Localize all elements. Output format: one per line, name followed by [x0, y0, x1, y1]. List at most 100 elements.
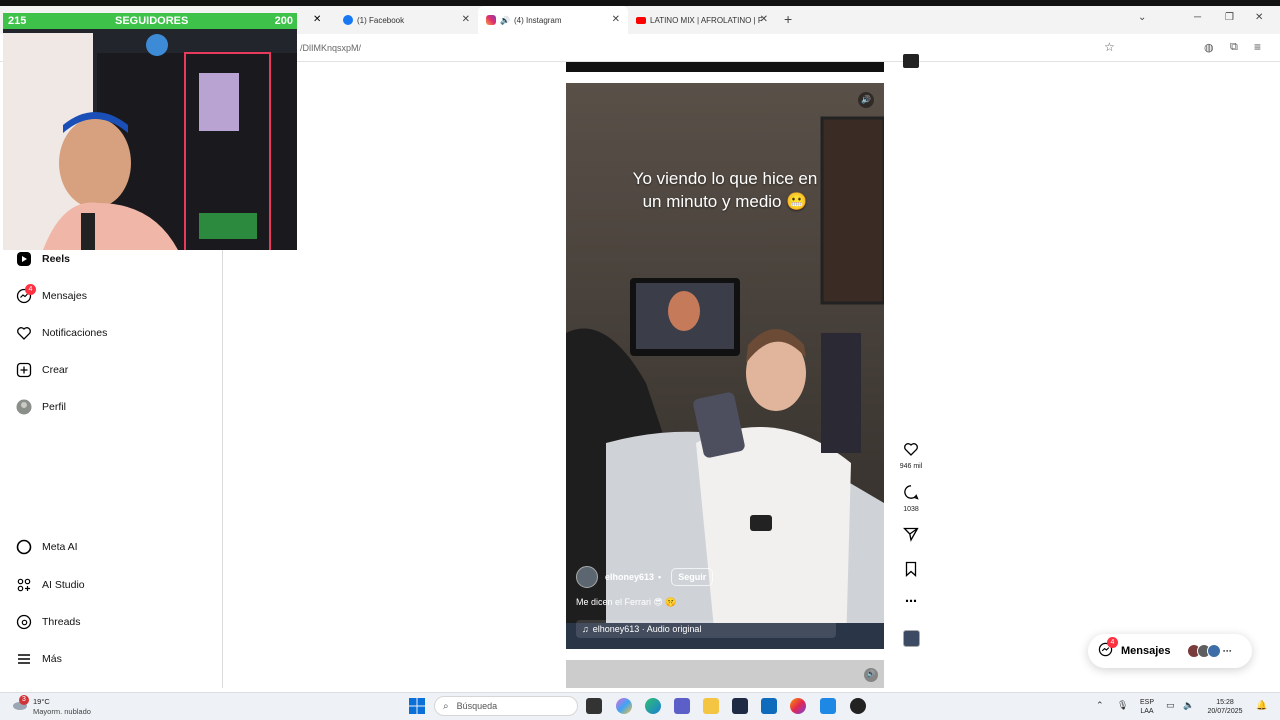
language-indicator[interactable]: ESP LAA — [1136, 698, 1158, 716]
like-action[interactable]: 946 mil — [898, 441, 924, 470]
clock[interactable]: 15:28 20/07/2025 — [1200, 698, 1250, 716]
copilot-icon[interactable] — [616, 698, 632, 714]
sidebar-item-threads[interactable]: Threads — [15, 612, 81, 632]
clock-date: 20/07/2025 — [1207, 708, 1243, 715]
next-reel-preview[interactable]: 🔊 — [566, 660, 884, 688]
minimize-icon[interactable]: ─ — [1194, 12, 1201, 23]
new-tab-icon[interactable]: + — [784, 11, 792, 27]
teams-icon[interactable] — [674, 698, 690, 714]
outlook-icon[interactable] — [761, 698, 777, 714]
weather-temp[interactable]: 19°C — [33, 697, 50, 706]
close-tab-icon[interactable]: ✕ — [612, 14, 620, 25]
more-options-icon[interactable]: ⋯ — [898, 594, 924, 608]
app-icon[interactable] — [820, 698, 836, 714]
notification-badge: 4 — [1107, 637, 1118, 648]
sidebar-item-label: Crear — [42, 364, 69, 376]
weather-desc[interactable]: Mayorm. nublado — [33, 707, 91, 716]
comment-icon[interactable] — [903, 484, 919, 500]
messages-pill[interactable]: 4 Mensajes ⋯ — [1088, 634, 1252, 668]
close-window-icon[interactable]: ✕ — [1255, 12, 1263, 23]
url-text[interactable]: /DlIMKnqsxpM/ — [300, 43, 361, 53]
author-avatar[interactable] — [576, 566, 598, 588]
sidebar-item-meta-ai[interactable]: Meta AI — [15, 537, 78, 557]
heart-icon[interactable] — [903, 441, 919, 457]
account-icon[interactable]: ◍ — [1204, 41, 1214, 54]
close-tab-icon[interactable]: ✕ — [462, 14, 470, 25]
previous-reel-edge[interactable] — [566, 62, 884, 72]
volume-icon[interactable]: 🔈 — [1183, 700, 1194, 711]
close-tab-icon[interactable]: ✕ — [760, 14, 768, 25]
separator-dot: • — [658, 572, 662, 582]
taskbar-search[interactable]: ⌕ Búsqueda — [434, 696, 578, 716]
sidebar-item-label: Perfil — [42, 401, 66, 413]
extensions-icon[interactable]: ⧉ — [1230, 41, 1238, 54]
clock-time: 15:28 — [1216, 699, 1234, 706]
language-top: ESP — [1139, 699, 1154, 706]
firefox-icon[interactable] — [790, 698, 806, 714]
mute-toggle-icon[interactable]: 🔊 — [864, 668, 878, 682]
bookmark-icon[interactable] — [903, 561, 919, 577]
more-icon: ⋯ — [1222, 645, 1232, 656]
sidebar-item-label: Threads — [42, 616, 81, 628]
author-username[interactable]: elhoney613 — [605, 572, 654, 582]
edge-icon[interactable] — [645, 698, 661, 714]
tab-instagram[interactable]: 🔊 (4) Instagram ✕ — [478, 6, 628, 34]
windows-start-icon[interactable] — [409, 698, 425, 714]
previous-reel-audio-avatar[interactable] — [903, 54, 919, 68]
reel-video[interactable]: 🔊 Yo viendo lo que hice en un minuto y m… — [566, 83, 884, 649]
sidebar-item-mas[interactable]: Más — [15, 649, 62, 669]
tab-youtube[interactable]: LATINO MIX | AFROLATINO | PC ✕ — [628, 6, 778, 34]
audio-thumbnail[interactable] — [903, 630, 920, 647]
sidebar-item-ai-studio[interactable]: AI Studio — [15, 575, 85, 595]
chevron-up-icon[interactable]: ⌃ — [1096, 700, 1104, 711]
sidebar-item-reels[interactable]: Reels — [15, 249, 70, 269]
ai-studio-icon — [15, 577, 32, 594]
profile-avatar — [15, 399, 32, 416]
tab-facebook[interactable]: (1) Facebook ✕ — [335, 6, 478, 34]
sidebar-item-crear[interactable]: Crear — [15, 360, 68, 380]
weather-badge: 3 — [19, 695, 29, 705]
reel-overlay-caption: Yo viendo lo que hice en un minuto y med… — [566, 167, 884, 213]
music-note-icon: ♫ — [582, 624, 589, 634]
star-icon[interactable]: ☆ — [1104, 40, 1115, 54]
heart-icon — [15, 325, 32, 342]
tab-label: (4) Instagram — [513, 15, 562, 25]
follow-button[interactable]: Seguir — [671, 568, 714, 586]
file-explorer-icon[interactable] — [703, 698, 719, 714]
tab-label: (1) Facebook — [357, 15, 405, 25]
store-icon[interactable] — [732, 698, 748, 714]
search-placeholder: Búsqueda — [456, 701, 498, 711]
obs-icon[interactable] — [850, 698, 866, 714]
reels-icon — [15, 251, 32, 268]
followers-right-count: 200 — [274, 15, 293, 27]
notification-badge: 4 — [25, 283, 36, 295]
audio-label: elhoney613 · Audio original — [592, 624, 702, 634]
share-action[interactable] — [898, 526, 924, 547]
menu-icon[interactable]: ≡ — [1254, 40, 1261, 54]
chevron-down-icon[interactable]: ⌄ — [1138, 12, 1146, 23]
microphone-icon[interactable]: 🎙 — [1117, 700, 1128, 711]
sidebar-item-mensajes[interactable]: 4 Mensajes — [15, 283, 87, 306]
sidebar-item-label: Más — [42, 653, 62, 665]
followers-overlay-bar: 215 SEGUIDORES 200 — [3, 13, 297, 29]
speaker-icon[interactable]: 🔊 — [500, 16, 510, 25]
sidebar-item-perfil[interactable]: Perfil — [15, 397, 66, 417]
send-icon[interactable] — [902, 526, 919, 542]
threads-icon — [15, 614, 32, 631]
sidebar-item-notificaciones[interactable]: Notificaciones — [15, 323, 107, 343]
messenger-icon: 4 — [15, 283, 36, 305]
task-view-icon[interactable] — [586, 698, 602, 714]
windows-taskbar — [0, 692, 1280, 720]
comment-action[interactable]: 1038 — [898, 484, 924, 513]
notifications-icon[interactable]: 🔔 — [1256, 700, 1267, 711]
reel-description: Me dicen el Ferrari 😎 🤫 — [576, 597, 677, 607]
like-count: 946 mil — [899, 463, 923, 470]
save-action[interactable] — [898, 561, 924, 582]
restore-icon[interactable]: ❐ — [1225, 12, 1234, 23]
reel-audio-link[interactable]: ♫ elhoney613 · Audio original — [576, 620, 836, 638]
display-icon[interactable]: ▭ — [1166, 700, 1175, 711]
close-tab-icon[interactable]: ✕ — [313, 14, 321, 25]
sidebar-item-label: Meta AI — [42, 541, 78, 553]
followers-title: SEGUIDORES — [115, 15, 189, 27]
mute-toggle-icon[interactable]: 🔊 — [858, 92, 874, 108]
